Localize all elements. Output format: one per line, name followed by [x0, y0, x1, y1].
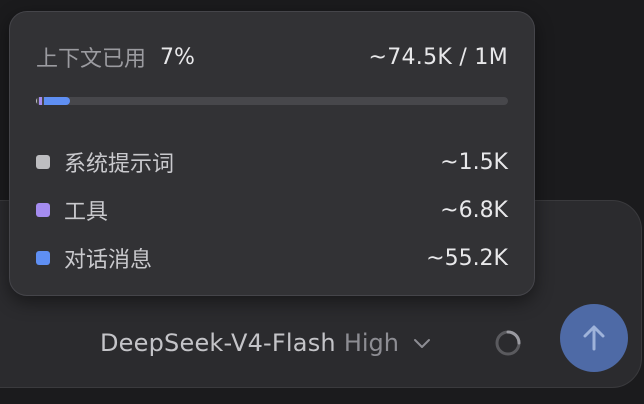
context-usage-total: ~74.5K / 1M — [368, 44, 508, 70]
usage-bar-segment — [38, 97, 42, 105]
context-usage-legend: 系统提示词 ~1.5K 工具 ~6.8K 对话消息 ~55.2K — [36, 138, 508, 282]
legend-value: ~55.2K — [426, 245, 508, 271]
legend-value: ~6.8K — [440, 197, 508, 223]
legend-item-messages: 对话消息 ~55.2K — [36, 234, 508, 282]
model-name: DeepSeek-V4-Flash — [100, 329, 336, 357]
context-usage-title: 上下文已用 — [36, 47, 147, 72]
legend-item-tools: 工具 ~6.8K — [36, 186, 508, 234]
legend-swatch — [36, 203, 50, 217]
loading-spinner-icon — [493, 328, 523, 358]
app-stage: DeepSeek-V4-Flash High 上下文已用 7% ~74.5K /… — [0, 0, 644, 404]
usage-bar-segment — [43, 97, 70, 105]
legend-swatch — [36, 251, 50, 265]
legend-item-system-prompt: 系统提示词 ~1.5K — [36, 138, 508, 186]
legend-label: 工具 — [64, 200, 109, 225]
arrow-up-icon — [583, 325, 605, 351]
context-usage-header: 上下文已用 7% ~74.5K / 1M — [36, 42, 508, 73]
context-usage-percent: 7% — [160, 44, 195, 70]
legend-label: 对话消息 — [64, 248, 153, 273]
model-selector[interactable]: DeepSeek-V4-Flash High — [100, 326, 433, 360]
send-button[interactable] — [560, 304, 628, 372]
context-usage-popover: 上下文已用 7% ~74.5K / 1M 系统提示词 ~1.5K 工具 ~6.8… — [9, 11, 535, 296]
legend-label: 系统提示词 — [64, 152, 175, 177]
chevron-down-icon — [411, 332, 433, 354]
legend-value: ~1.5K — [440, 149, 508, 175]
context-usage-bar — [36, 97, 508, 105]
legend-swatch — [36, 155, 50, 169]
model-effort: High — [343, 329, 399, 357]
usage-bar-segment — [36, 97, 37, 105]
